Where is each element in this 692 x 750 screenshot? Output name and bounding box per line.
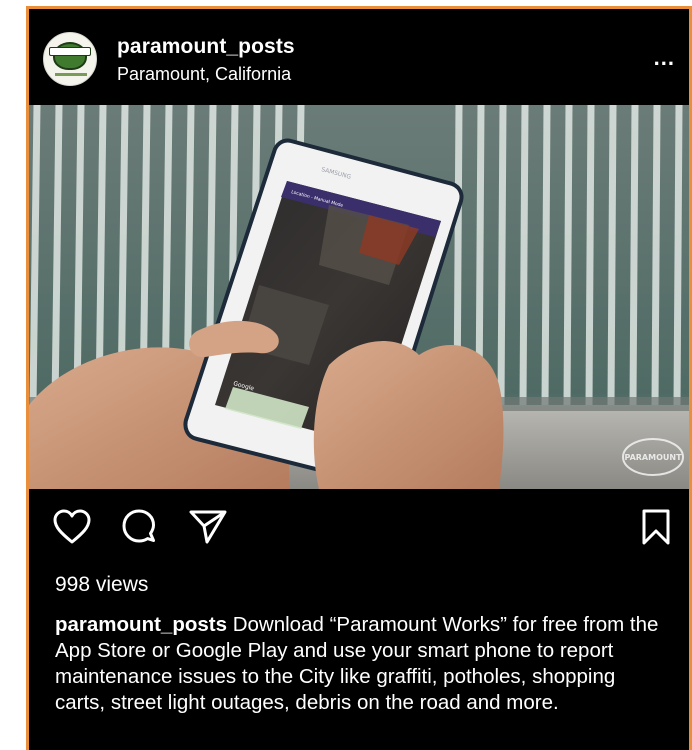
comment-icon[interactable] [121, 509, 157, 550]
post-location[interactable]: Paramount, California [117, 64, 291, 85]
more-icon[interactable]: ... [654, 45, 675, 71]
avatar-tagline [55, 73, 87, 76]
bookmark-icon[interactable] [641, 509, 671, 550]
avatar[interactable] [43, 32, 97, 86]
post-actions [29, 489, 689, 575]
post-header: paramount_posts Paramount, California ..… [29, 9, 689, 105]
post-frame: paramount_posts Paramount, California ..… [26, 6, 692, 750]
avatar-logo-banner [49, 47, 91, 56]
post-caption: paramount_posts Download “Paramount Work… [55, 612, 665, 716]
views-count: 998 views [55, 573, 149, 596]
post-media-image: SAMSUNG Location - Manual Mode Google PA… [29, 105, 689, 489]
post-username[interactable]: paramount_posts [117, 35, 295, 59]
heart-icon[interactable] [53, 509, 91, 550]
caption-username[interactable]: paramount_posts [55, 613, 227, 636]
watermark-text: PARAMOUNT [624, 453, 682, 462]
send-icon[interactable] [189, 509, 227, 550]
post-media[interactable]: SAMSUNG Location - Manual Mode Google PA… [29, 105, 689, 489]
